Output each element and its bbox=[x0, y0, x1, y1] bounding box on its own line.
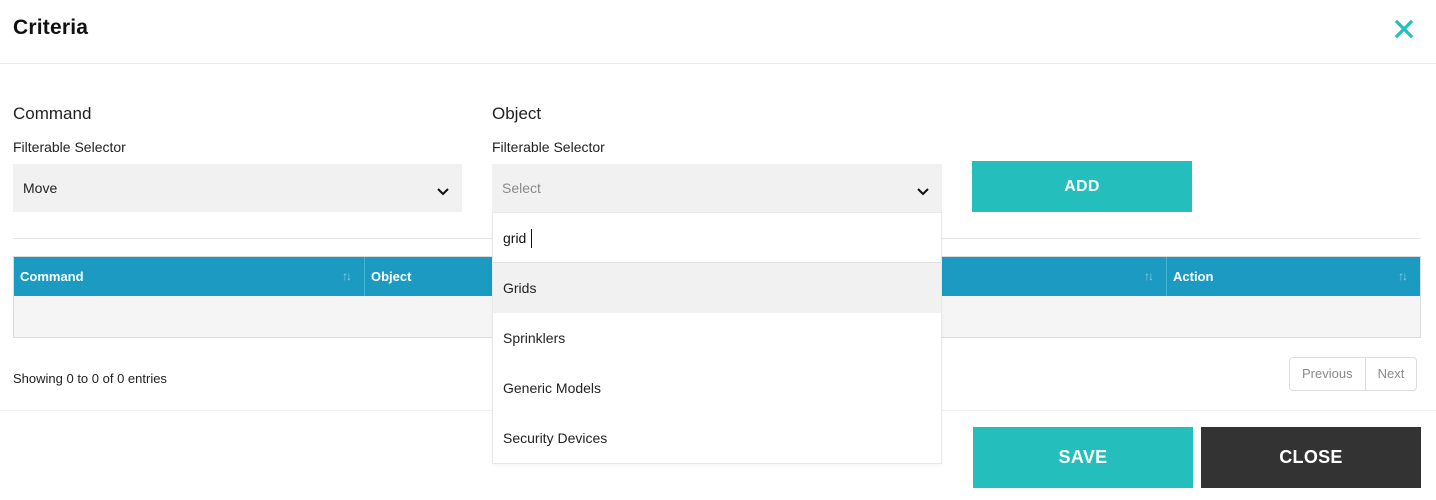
close-x-icon[interactable] bbox=[1392, 17, 1416, 41]
command-field-label: Filterable Selector bbox=[13, 139, 126, 155]
dialog-header: Criteria bbox=[0, 0, 1436, 64]
close-button[interactable]: CLOSE bbox=[1201, 427, 1421, 488]
object-select[interactable]: Select bbox=[492, 164, 942, 212]
dropdown-search-input[interactable] bbox=[493, 213, 941, 262]
dropdown-option-security-devices[interactable]: Security Devices bbox=[493, 413, 941, 463]
previous-page-button[interactable]: Previous bbox=[1290, 358, 1365, 390]
chevron-down-icon bbox=[916, 184, 930, 196]
dropdown-search bbox=[493, 213, 941, 263]
sort-icon: ↑↓ bbox=[342, 269, 352, 283]
object-dropdown: Grids Sprinklers Generic Models Security… bbox=[492, 212, 942, 464]
text-cursor bbox=[531, 229, 532, 248]
save-button[interactable]: SAVE bbox=[973, 427, 1193, 488]
command-select-value: Move bbox=[23, 180, 58, 196]
column-header-label: Object bbox=[371, 269, 412, 284]
dropdown-option-grids[interactable]: Grids bbox=[493, 263, 941, 313]
command-select[interactable]: Move bbox=[13, 164, 462, 212]
sort-icon: ↑↓ bbox=[1144, 269, 1154, 283]
pagination: Previous Next bbox=[1289, 357, 1418, 391]
dropdown-option-sprinklers[interactable]: Sprinklers bbox=[493, 313, 941, 363]
sort-icon: ↑↓ bbox=[1398, 269, 1408, 283]
dialog-title: Criteria bbox=[13, 16, 89, 39]
add-button[interactable]: ADD bbox=[972, 161, 1192, 212]
table-info: Showing 0 to 0 of 0 entries bbox=[13, 371, 167, 386]
command-section-label: Command bbox=[13, 104, 92, 123]
next-page-button[interactable]: Next bbox=[1364, 358, 1417, 390]
chevron-down-icon bbox=[436, 184, 450, 196]
column-header-action[interactable]: Action ↑↓ bbox=[1167, 257, 1420, 296]
column-header-label: Command bbox=[20, 269, 84, 284]
object-section-label: Object bbox=[492, 104, 542, 123]
dropdown-option-generic-models[interactable]: Generic Models bbox=[493, 363, 941, 413]
column-header-command[interactable]: Command ↑↓ bbox=[14, 257, 365, 296]
column-header-label: Action bbox=[1173, 269, 1214, 284]
object-select-placeholder: Select bbox=[502, 180, 541, 196]
object-field-label: Filterable Selector bbox=[492, 139, 605, 155]
